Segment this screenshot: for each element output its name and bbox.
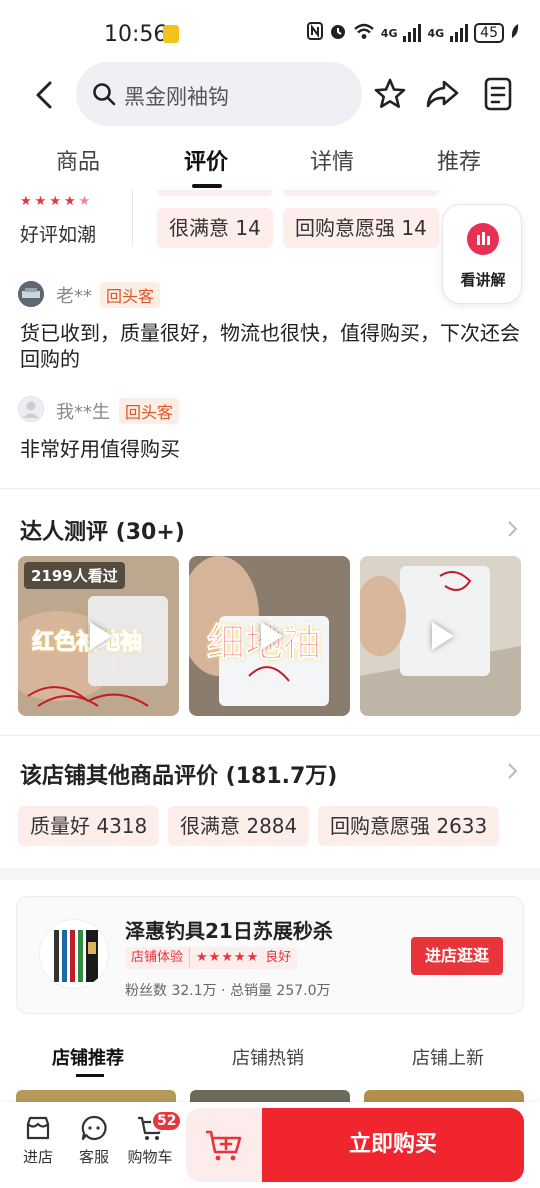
- store-chip-repurchase[interactable]: 回购意愿强 2633: [318, 806, 500, 846]
- product-review-page: 10:56 4G 4G 45 黑金刚袖钩 商品 评价 详情 推荐 ★ ★ ★ ★…: [0, 0, 540, 1188]
- back-arrow-icon[interactable]: [30, 80, 58, 110]
- status-time: 10:56: [104, 22, 168, 47]
- search-bar[interactable]: 黑金刚袖钩: [76, 62, 362, 126]
- star-icon: ★: [34, 194, 47, 209]
- search-icon: [93, 83, 116, 106]
- video-overlay-text: 红色袖地袖: [31, 630, 143, 656]
- influencer-video-card[interactable]: [360, 556, 521, 716]
- tab-product[interactable]: 商品: [56, 144, 100, 176]
- store-chip-satisfied[interactable]: 很满意 2884: [168, 806, 310, 846]
- reviewer-name: 我**生: [56, 402, 110, 423]
- star-icon: ★: [20, 194, 32, 209]
- nfc-icon: [306, 22, 323, 44]
- shop-icon: [26, 1116, 50, 1140]
- alarm-icon: [329, 22, 347, 44]
- signal-icon-2: [450, 24, 469, 42]
- play-icon: [261, 622, 283, 650]
- cart-count-badge: 52: [151, 1110, 183, 1132]
- section-tabs: 商品 评价 详情 推荐: [0, 130, 540, 190]
- tab-reviews[interactable]: 评价: [184, 144, 228, 176]
- chip-edge: [157, 190, 273, 196]
- store-logo: [39, 919, 109, 989]
- chevron-right-icon[interactable]: [506, 762, 518, 780]
- share-icon[interactable]: [424, 76, 460, 112]
- store-experience-badge: 店铺体验 ★★★★★ 良好: [125, 947, 298, 969]
- default-avatar-icon: [18, 396, 44, 422]
- explain-label: 看讲解: [460, 271, 506, 289]
- section-divider: [0, 735, 540, 736]
- store-experience-label: 店铺体验: [125, 947, 191, 969]
- store-stats: 粉丝数 32.1万 · 总销量 257.0万: [125, 983, 331, 999]
- rating-chip-satisfied[interactable]: 很满意 14: [157, 208, 273, 248]
- menu-list-icon[interactable]: [480, 76, 516, 112]
- explain-button[interactable]: 看讲解: [442, 204, 522, 304]
- half-star-icon: ★: [78, 194, 91, 209]
- store-card[interactable]: 泽惠钓具21日苏展秒杀 店铺体验 ★★★★★ 良好 粉丝数 32.1万 · 总销…: [16, 896, 524, 1014]
- tab-details[interactable]: 详情: [310, 144, 354, 176]
- store-rating-label: 良好: [265, 950, 292, 965]
- notification-app-icon: [163, 25, 179, 43]
- star-icon: ★: [63, 194, 76, 209]
- returning-customer-tag: 回头客: [119, 398, 180, 424]
- status-bar: 10:56 4G 4G 45: [0, 0, 540, 62]
- store-rating-stars: ★★★★★: [196, 950, 260, 965]
- rating-label: 好评如潮: [20, 224, 97, 246]
- add-to-cart-button[interactable]: [186, 1108, 264, 1182]
- signal-icon-1: [403, 24, 422, 42]
- rating-chip-repurchase[interactable]: 回购意愿强 14: [283, 208, 439, 248]
- store-name: 泽惠钓具21日苏展秒杀: [125, 919, 333, 943]
- store-tab-recommend[interactable]: 店铺推荐: [52, 1044, 124, 1070]
- chevron-right-icon[interactable]: [506, 520, 518, 538]
- section-gap: [0, 868, 540, 880]
- play-icon: [432, 622, 454, 650]
- play-icon: [90, 622, 112, 650]
- rating-stars: ★ ★ ★ ★ ★: [20, 194, 90, 209]
- status-icons: 4G 4G 45: [306, 22, 520, 44]
- influencer-video-card[interactable]: 细地袖: [189, 556, 350, 716]
- chat-service-icon: [81, 1115, 107, 1141]
- store-reviews-title[interactable]: 该店铺其他商品评价 (181.7万): [20, 758, 337, 790]
- visit-store-button[interactable]: 进店逛逛: [411, 937, 503, 975]
- favorite-star-icon[interactable]: [372, 76, 408, 112]
- view-count: 2199人看过: [24, 562, 125, 589]
- leaf-icon: [510, 23, 520, 43]
- avatar: [18, 281, 44, 307]
- store-chip-quality[interactable]: 质量好 4318: [18, 806, 160, 846]
- service-label: 客服: [78, 1148, 109, 1166]
- shop-button[interactable]: 进店: [12, 1114, 64, 1167]
- audio-bars-icon: [467, 223, 499, 255]
- tab-recommend[interactable]: 推荐: [437, 144, 481, 176]
- shop-label: 进店: [22, 1148, 53, 1166]
- chip-edge: [283, 190, 439, 196]
- review-text: 货已收到，质量很好，物流也很快，值得购买，下次还会回购的: [20, 321, 520, 371]
- returning-customer-tag: 回头客: [100, 282, 161, 308]
- active-tab-indicator: [192, 184, 222, 188]
- divider: [132, 190, 133, 246]
- buy-now-button[interactable]: 立即购买: [262, 1108, 524, 1182]
- add-cart-icon: [206, 1130, 242, 1161]
- search-query: 黑金刚袖钩: [124, 85, 229, 109]
- influencer-video-card[interactable]: 2199人看过 红色袖地袖: [18, 556, 179, 716]
- network-label-1: 4G: [380, 26, 398, 40]
- store-tab-hot[interactable]: 店铺热销: [232, 1044, 304, 1070]
- battery-indicator: 45: [474, 23, 504, 43]
- review-text: 非常好用值得购买: [20, 437, 180, 461]
- network-label-2: 4G: [427, 26, 445, 40]
- top-navigation: 黑金刚袖钩: [0, 62, 540, 128]
- cart-label: 购物车: [127, 1148, 173, 1166]
- service-button[interactable]: 客服: [68, 1114, 120, 1167]
- store-tab-new[interactable]: 店铺上新: [412, 1044, 484, 1070]
- store-tab-indicator: [76, 1074, 104, 1077]
- star-icon: ★: [49, 194, 61, 209]
- wifi-icon: [353, 22, 375, 44]
- reviewer-name: 老**: [56, 286, 92, 307]
- section-divider: [0, 488, 540, 489]
- influencer-section-title[interactable]: 达人测评 (30+): [20, 514, 185, 546]
